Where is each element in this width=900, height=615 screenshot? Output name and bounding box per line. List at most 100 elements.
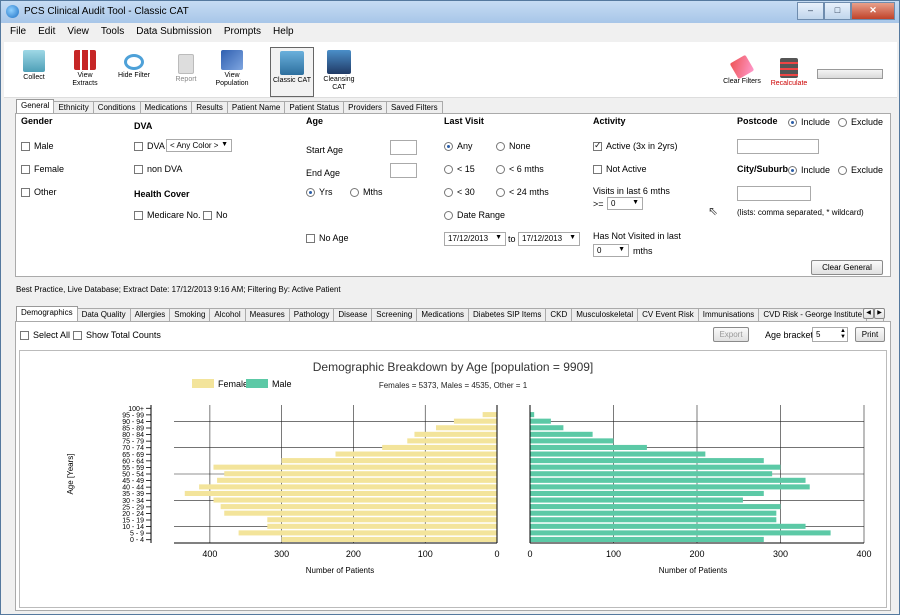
hide-filter-button[interactable]: Hide Filter (114, 54, 154, 80)
city-exclude-radio[interactable]: Exclude (838, 165, 883, 176)
end-age-input[interactable] (390, 163, 417, 178)
view-extracts-label: View Extracts (72, 72, 98, 87)
postcode-input[interactable] (737, 139, 819, 154)
minimize-button[interactable]: – (797, 2, 824, 20)
tab-ckd[interactable]: CKD (545, 308, 573, 321)
tab-measures[interactable]: Measures (244, 308, 290, 321)
recalculate-button[interactable]: Recalculate (768, 58, 810, 88)
y-tick-label: 25 - 29 (122, 504, 144, 511)
bar-male (530, 510, 777, 516)
report-icon (178, 54, 194, 74)
export-button[interactable]: Export (713, 327, 749, 342)
age-bracket-stepper[interactable]: 5 ▲ ▼ (812, 327, 848, 342)
end-age-label: End Age (306, 168, 341, 178)
bar-female (213, 497, 497, 503)
menu-data-submission[interactable]: Data Submission (130, 24, 218, 41)
not-active-checkbox[interactable]: Not Active (593, 164, 647, 175)
tab-allergies[interactable]: Allergies (129, 308, 171, 321)
y-tick-label: 5 - 9 (130, 531, 144, 538)
non-dva-checkbox[interactable]: non DVA (134, 164, 182, 175)
menu-prompts[interactable]: Prompts (218, 24, 267, 41)
start-age-label: Start Age (306, 145, 344, 155)
lt30-radio[interactable]: < 30 (444, 187, 475, 198)
bar-male (530, 523, 806, 529)
no-health-cover-checkbox[interactable]: No (203, 210, 228, 221)
tab-musculoskeletal[interactable]: Musculoskeletal (571, 308, 639, 321)
tab-scroll-right-icon[interactable]: ▶ (874, 308, 885, 319)
bar-male (530, 497, 743, 503)
female-checkbox[interactable]: Female (21, 164, 64, 175)
bar-male (530, 464, 781, 470)
tab-pathology[interactable]: Pathology (288, 308, 335, 321)
x-tick-label: 300 (773, 549, 788, 559)
clear-filters-button[interactable]: Clear Filters (722, 54, 762, 86)
medicare-checkbox[interactable]: Medicare No. (134, 210, 201, 221)
tab-screening[interactable]: Screening (371, 308, 418, 321)
cleansing-cat-icon (327, 50, 351, 74)
start-age-input[interactable] (390, 140, 417, 155)
date-to-picker[interactable]: 17/12/2013 ▼ (518, 232, 580, 246)
lt24m-radio[interactable]: < 24 mths (496, 187, 549, 198)
tab-general[interactable]: General (16, 99, 55, 114)
menu-tools[interactable]: Tools (95, 24, 130, 41)
tab-demographics[interactable]: Demographics (16, 306, 78, 321)
any-radio[interactable]: Any (444, 141, 473, 152)
mouse-cursor-icon: ⇖ (708, 204, 719, 218)
clear-general-button[interactable]: Clear General (811, 260, 883, 275)
classic-cat-button[interactable]: Classic CAT (270, 47, 314, 97)
collect-button[interactable]: Collect (16, 50, 52, 82)
maximize-button[interactable]: □ (824, 2, 851, 20)
city-input[interactable] (737, 186, 811, 201)
close-button[interactable]: ✕ (851, 2, 895, 20)
tab-cv-event-risk[interactable]: CV Event Risk (637, 308, 699, 321)
date-from-picker[interactable]: 17/12/2013 ▼ (444, 232, 506, 246)
no-age-checkbox[interactable]: No Age (306, 233, 349, 244)
chevron-down-icon: ▼ (495, 234, 502, 241)
menu-help[interactable]: Help (267, 24, 300, 41)
tab-medications-report[interactable]: Medications (416, 308, 470, 321)
visits-select[interactable]: 0 ▼ (607, 197, 643, 210)
active-checkbox[interactable]: Active (3x in 2yrs) (593, 140, 678, 152)
bar-female (281, 458, 497, 464)
select-all-checkbox[interactable]: Select All (20, 330, 70, 341)
dva-color-select[interactable]: < Any Color > ▼ (166, 139, 232, 152)
x-tick-label: 0 (527, 549, 532, 559)
report-button[interactable]: Report (171, 54, 201, 84)
mths-radio[interactable]: Mths (350, 187, 383, 198)
age-bracket-label: Age bracket (765, 330, 814, 340)
yrs-radio[interactable]: Yrs (306, 187, 333, 198)
tab-data-quality[interactable]: Data Quality (76, 308, 131, 321)
tab-disease[interactable]: Disease (333, 308, 373, 321)
tab-cvd-risk[interactable]: CVD Risk - George Institute (758, 308, 868, 321)
tab-alcohol[interactable]: Alcohol (209, 308, 246, 321)
status-line: Best Practice, Live Database; Extract Da… (16, 285, 341, 294)
tab-immunisations[interactable]: Immunisations (697, 308, 760, 321)
cleansing-cat-button[interactable]: Cleansing CAT (320, 50, 358, 92)
tab-smoking[interactable]: Smoking (169, 308, 211, 321)
menu-edit[interactable]: Edit (32, 24, 61, 41)
menu-view[interactable]: View (61, 24, 95, 41)
print-button[interactable]: Print (855, 327, 885, 342)
tab-scroll-left-icon[interactable]: ◀ (863, 308, 874, 319)
tab-diabetes-sip[interactable]: Diabetes SIP Items (468, 308, 547, 321)
date-range-radio[interactable]: Date Range (444, 210, 505, 221)
view-extracts-button[interactable]: View Extracts (66, 50, 104, 88)
lt6m-radio[interactable]: < 6 mths (496, 164, 544, 175)
bar-female (407, 438, 497, 444)
not-visited-select[interactable]: 0 ▼ (593, 244, 629, 257)
other-checkbox[interactable]: Other (21, 187, 57, 198)
city-hint: (lists: comma separated, * wildcard) (737, 208, 864, 217)
lt15-radio[interactable]: < 15 (444, 164, 475, 175)
view-population-button[interactable]: View Population (212, 50, 252, 88)
app-window: PCS Clinical Audit Tool - Classic CAT – … (0, 0, 900, 615)
postcode-include-radio[interactable]: Include (788, 117, 830, 128)
show-total-checkbox[interactable]: Show Total Counts (73, 330, 161, 341)
none-radio[interactable]: None (496, 141, 531, 152)
y-tick-label: 15 - 19 (122, 518, 144, 525)
postcode-exclude-radio[interactable]: Exclude (838, 117, 883, 128)
menu-file[interactable]: File (4, 24, 32, 41)
male-checkbox[interactable]: Male (21, 141, 54, 152)
city-include-radio[interactable]: Include (788, 165, 830, 176)
toolbar: Collect View Extracts Hide Filter Report… (4, 42, 897, 98)
dva-checkbox[interactable]: DVA (134, 141, 165, 152)
